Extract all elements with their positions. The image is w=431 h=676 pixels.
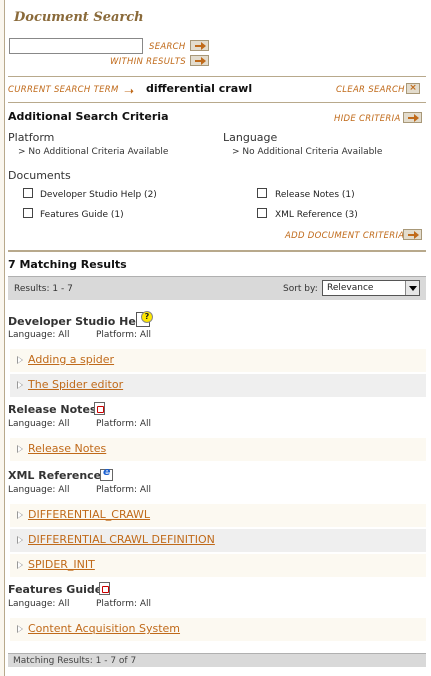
platform-label: Platform — [8, 131, 55, 144]
expand-triangle-icon[interactable] — [17, 511, 23, 519]
expand-triangle-icon[interactable] — [17, 356, 23, 364]
expand-triangle-icon[interactable] — [17, 625, 23, 633]
language-label: Language — [223, 131, 278, 144]
divider — [8, 250, 426, 252]
results-title: 7 Matching Results — [8, 258, 127, 271]
group-language: Language: All — [8, 599, 70, 609]
list-item: DIFFERENTIAL_CRAWL — [10, 504, 426, 527]
results-footer: Matching Results: 1 - 7 of 7 — [8, 653, 426, 667]
xml-reference-checkbox[interactable] — [257, 208, 267, 218]
list-item: Content Acquisition System — [10, 618, 426, 641]
group-title: XML Reference — [8, 469, 102, 482]
pdf-icon — [99, 582, 110, 595]
release-notes-checkbox[interactable] — [257, 188, 267, 198]
pdf-icon — [94, 402, 105, 415]
within-results-arrow-icon[interactable] — [190, 55, 209, 66]
results-toolbar: Results: 1 - 7 Sort by: Relevance — [8, 276, 426, 300]
result-link[interactable]: DIFFERENTIAL_CRAWL — [28, 508, 150, 521]
result-link[interactable]: SPIDER_INIT — [28, 558, 95, 571]
features-guide-label: Features Guide (1) — [40, 210, 124, 220]
help-icon — [136, 311, 153, 327]
group-title: Release Notes — [8, 403, 97, 416]
add-document-criteria-link[interactable]: ADD DOCUMENT CRITERIA — [285, 231, 404, 241]
hide-criteria-link[interactable]: HIDE CRITERIA — [334, 114, 401, 124]
within-results-link[interactable]: WITHIN RESULTS — [110, 57, 186, 67]
current-search-term: differential crawl — [146, 82, 253, 95]
matching-results-footer: Matching Results: 1 - 7 of 7 — [13, 656, 137, 666]
features-guide-checkbox[interactable] — [23, 208, 33, 218]
search-input[interactable] — [9, 38, 143, 54]
release-notes-label: Release Notes (1) — [275, 190, 355, 200]
results-range: Results: 1 - 7 — [14, 284, 73, 294]
sort-select[interactable]: Relevance — [322, 280, 420, 296]
language-value: > No Additional Criteria Available — [232, 147, 383, 157]
clear-x-icon[interactable]: × — [406, 83, 420, 94]
result-link[interactable]: DIFFERENTIAL CRAWL DEFINITION — [28, 533, 215, 546]
hide-criteria-arrow-icon[interactable] — [403, 112, 422, 123]
sort-select-value: Relevance — [327, 283, 374, 293]
current-search-term-label: CURRENT SEARCH TERM — [8, 85, 119, 95]
list-item: The Spider editor — [10, 374, 426, 397]
group-language: Language: All — [8, 330, 70, 340]
result-link[interactable]: Release Notes — [28, 442, 106, 455]
page-title: Document Search — [14, 10, 144, 25]
browser-icon — [100, 465, 113, 481]
group-title: Developer Studio Help — [8, 315, 148, 328]
group-platform: Platform: All — [96, 599, 152, 609]
chevron-down-icon[interactable] — [405, 281, 419, 295]
expand-triangle-icon[interactable] — [17, 445, 23, 453]
group-title: Features Guide — [8, 583, 103, 596]
criteria-title: Additional Search Criteria — [8, 110, 169, 123]
result-link[interactable]: Adding a spider — [28, 353, 114, 366]
developer-studio-help-checkbox[interactable] — [23, 188, 33, 198]
list-item: Adding a spider — [10, 349, 426, 372]
xml-reference-label: XML Reference (3) — [275, 210, 358, 220]
platform-value: > No Additional Criteria Available — [18, 147, 169, 157]
divider — [8, 76, 426, 77]
group-language: Language: All — [8, 485, 70, 495]
group-platform: Platform: All — [96, 419, 152, 429]
divider — [8, 102, 426, 103]
sort-by-label: Sort by: — [283, 284, 318, 294]
group-platform: Platform: All — [96, 330, 152, 340]
list-item: SPIDER_INIT — [10, 554, 426, 577]
left-border — [0, 0, 5, 676]
clear-search-link[interactable]: CLEAR SEARCH — [336, 85, 405, 95]
expand-triangle-icon[interactable] — [17, 536, 23, 544]
add-criteria-arrow-icon[interactable] — [403, 229, 422, 240]
group-language: Language: All — [8, 419, 70, 429]
expand-triangle-icon[interactable] — [17, 561, 23, 569]
search-arrow-icon[interactable] — [190, 40, 209, 51]
list-item: DIFFERENTIAL CRAWL DEFINITION — [10, 529, 426, 552]
search-link[interactable]: SEARCH — [149, 42, 186, 52]
list-item: Release Notes — [10, 438, 426, 461]
developer-studio-help-label: Developer Studio Help (2) — [40, 190, 157, 200]
expand-triangle-icon[interactable] — [17, 381, 23, 389]
right-arrow-icon: ➝ — [124, 84, 135, 98]
result-link[interactable]: Content Acquisition System — [28, 622, 180, 635]
documents-label: Documents — [8, 169, 71, 182]
group-platform: Platform: All — [96, 485, 152, 495]
result-link[interactable]: The Spider editor — [28, 378, 123, 391]
